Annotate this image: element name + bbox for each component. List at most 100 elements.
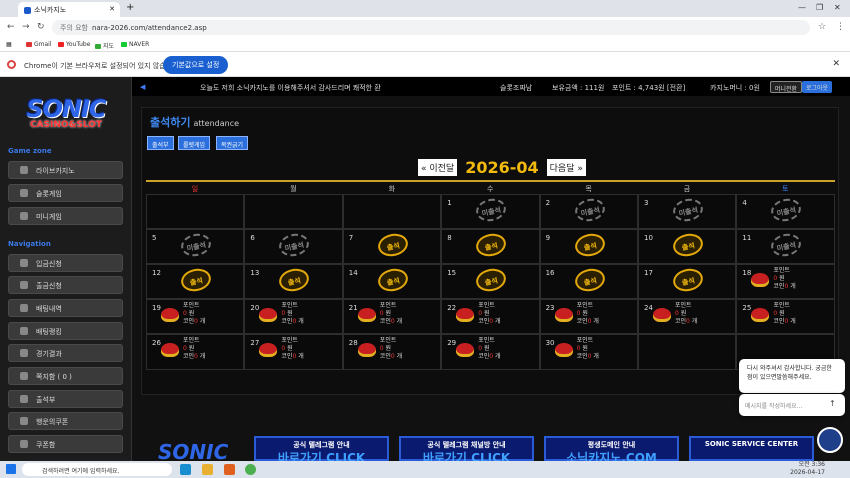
sidebar-item-slot[interactable]: 슬롯게임 (8, 184, 123, 202)
bookmark-youtube[interactable]: YouTube (58, 41, 90, 48)
forward-icon[interactable]: → (22, 22, 30, 32)
chrome-taskbar-icon[interactable] (245, 464, 256, 475)
taskbar-search[interactable]: 검색하려면 여기에 입력하세요. (22, 463, 172, 476)
logout-button[interactable]: 로그아웃 (802, 81, 833, 93)
present-stamp: 출석 (375, 231, 410, 259)
absent-stamp: 미출석 (277, 231, 312, 259)
gift-icon (259, 343, 278, 357)
present-stamp: 출석 (179, 266, 213, 294)
weekday-0: 일 (191, 185, 199, 193)
send-icon[interactable]: ↑ (829, 399, 839, 409)
day-number: 1 (447, 199, 452, 207)
service-center-banner[interactable]: SONIC SERVICE CENTER (689, 436, 814, 461)
game-zone-title: Game zone (8, 147, 52, 155)
point-balance[interactable]: 포인트 : 4,743원 [전환] (612, 83, 685, 93)
sidebar-item-bet-history[interactable]: 배팅내역 (8, 299, 123, 317)
set-default-button[interactable]: 기본값으로 설정 (163, 56, 229, 74)
telegram-channel-banner[interactable]: 공식 텔레그램 채널방 안내 바로가기 CLICK (399, 436, 534, 465)
calendar: 일 월 화 수 목 금 토 1 미출석 2 미출석 3 미출석 4 미출석 5 미출석 6 미출석 7 출석 8 출석 9 출… (146, 180, 835, 392)
sidebar-item-deposit[interactable]: 입금신청 (8, 254, 123, 272)
taskbar: 검색하려면 여기에 입력하세요. 오전 3:36 2026-04-17 (0, 461, 850, 478)
absent-stamp: 미출석 (769, 231, 804, 259)
day-number: 28 (348, 339, 358, 347)
day-number: 27 (250, 339, 260, 347)
money-convert-button[interactable]: 머니전환 (770, 81, 803, 93)
day-number: 15 (447, 269, 457, 277)
sidebar-item-messages[interactable]: 쪽지함 ( 0 ) (8, 367, 123, 385)
gift-icon (259, 308, 278, 322)
prev-month-button[interactable]: « 이전달 (418, 159, 458, 176)
calendar-day: 17 출석 (638, 264, 737, 299)
sidebar-item-live-casino[interactable]: 라이브카지노 (8, 161, 123, 179)
calendar-day (146, 194, 245, 229)
url-input[interactable]: 주의 요함 nara-2026.com/attendance2.asp (52, 20, 810, 35)
site-topbar: ◀ 오늘도 저희 소닉카지노를 이용해주셔서 감사드리며 쾌적한 환 슬롯조짜남… (132, 77, 850, 96)
domain-banner[interactable]: 평생도메인 안내 소닉카지노.COM (544, 436, 679, 465)
sidebar: SONIC CASINO&SLOT Game zone 라이브카지노 슬롯게임 … (0, 77, 132, 461)
sidebar-item-attendance[interactable]: 출석부 (8, 390, 123, 408)
calendar-day: 28 포인트 0 원 코인0 개 (342, 334, 442, 370)
explorer-icon[interactable] (202, 464, 213, 475)
absent-stamp: 미출석 (474, 196, 509, 224)
calendar-day: 4 미출석 (736, 194, 835, 229)
sidebar-item-minigame[interactable]: 미니게임 (8, 207, 123, 225)
day-number: 2 (545, 199, 551, 207)
calendar-day: 18 포인트 0 원 코인0 개 (736, 264, 835, 299)
sidebar-item-lucky-coupon[interactable]: 행운의쿠폰 (8, 412, 123, 430)
app-icon[interactable] (224, 464, 235, 475)
calendar-day: 7 출석 (342, 229, 442, 264)
day-number: 17 (644, 269, 653, 277)
back-icon[interactable]: ← (7, 22, 15, 32)
reload-icon[interactable]: ↻ (37, 22, 45, 32)
bookmark-naver[interactable]: NAVER (121, 41, 149, 48)
next-month-button[interactable]: 다음달 » (546, 159, 586, 176)
current-month: 2026-04 (465, 158, 539, 177)
calendar-day: 27 포인트 0 원 코인0 개 (244, 334, 343, 370)
calendar-day: 26 포인트 0 원 코인0 개 (146, 334, 245, 370)
sidebar-item-bet-ranking[interactable]: 배팅랭킹 (8, 322, 123, 340)
day-number: 8 (447, 234, 452, 242)
chat-input[interactable]: 메시지를 작성하세요... ↑ (739, 394, 845, 416)
maximize-icon[interactable]: ❐ (816, 3, 823, 12)
security-warning: 주의 요함 (60, 24, 88, 32)
lottery-button[interactable]: 복권긁기 (216, 136, 249, 150)
sidebar-item-results[interactable]: 경기결과 (8, 344, 123, 362)
day-number: 25 (742, 304, 752, 312)
infobar-text: Chrome이 기본 브라우저로 설정되어 있지 않습니다. (24, 62, 181, 70)
day-number: 20 (250, 304, 260, 312)
site-logo[interactable]: SONIC CASINO&SLOT (18, 95, 114, 135)
telegram-banner[interactable]: 공식 텔레그램 안내 바로가기 CLICK (254, 436, 389, 465)
day-number: 22 (447, 304, 457, 312)
chrome-icon (7, 60, 16, 69)
casino-money: 카지노머니 : 0원 (710, 84, 760, 92)
new-tab-button[interactable]: + (126, 2, 134, 13)
calendar-day: 6 미출석 (244, 229, 343, 264)
chat-message: 다시 와주셔서 감사합니다. 궁금한점이 있으면말씀해주세요. (739, 359, 845, 393)
day-number: 24 (644, 304, 653, 312)
clock: 오전 3:36 2026-04-17 (790, 461, 825, 476)
roulette-button[interactable]: 룰렛게임 (178, 136, 211, 150)
gift-icon (554, 343, 573, 357)
sidebar-item-coupon-box[interactable]: 쿠폰함 (8, 435, 123, 453)
bookmark-gmail[interactable]: Gmail (26, 41, 52, 48)
weekday-header: 일월화수목금토 (146, 180, 835, 194)
navigation-title: Navigation (8, 240, 51, 248)
infobar-close-icon[interactable]: ✕ (832, 59, 840, 69)
sidebar-item-withdraw[interactable]: 출금신청 (8, 276, 123, 294)
edge-icon[interactable] (180, 464, 191, 475)
day-number: 21 (348, 304, 358, 312)
day-number: 4 (742, 199, 747, 207)
apps-icon[interactable]: ▦ (6, 41, 12, 48)
browser-tab[interactable]: 소닉카지노 ✕ (18, 2, 120, 17)
bookmark-star-icon[interactable]: ☆ (818, 22, 826, 32)
topbar-icon: ◀ (140, 83, 146, 91)
minimize-icon[interactable]: — (798, 3, 806, 12)
attendance-button[interactable]: 출석부 (147, 136, 174, 150)
bookmark-maps[interactable]: 지도 (95, 41, 114, 50)
close-window-icon[interactable]: ✕ (834, 3, 841, 12)
calendar-day: 29 포인트 0 원 코인0 개 (441, 334, 540, 370)
windows-start-icon[interactable] (6, 464, 16, 474)
menu-icon[interactable]: ⋮ (836, 22, 845, 32)
gift-icon (161, 343, 179, 357)
close-tab-icon[interactable]: ✕ (109, 5, 115, 13)
